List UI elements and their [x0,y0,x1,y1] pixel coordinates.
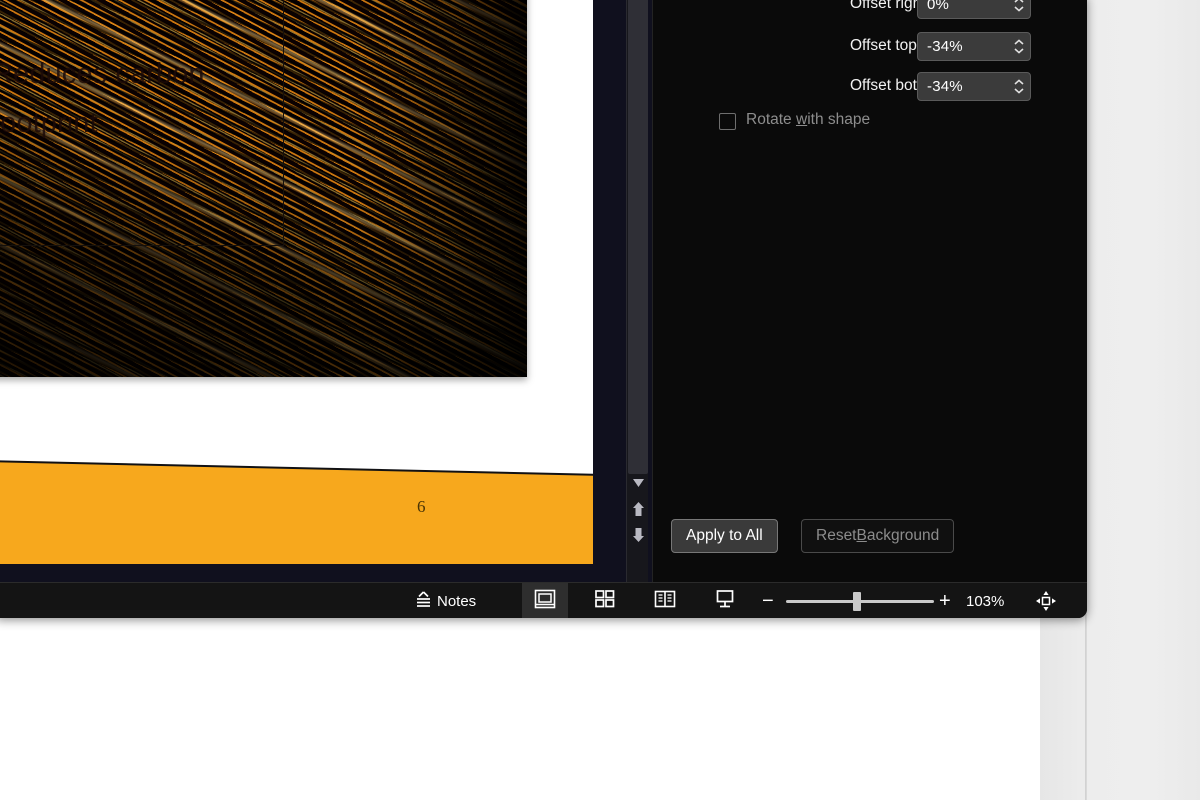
offset-right-stepper[interactable] [1008,0,1030,18]
offset-top-stepper[interactable] [1008,33,1030,60]
rotate-with-shape-checkbox[interactable] [719,113,736,130]
status-bar: Notes − + 103% [0,582,1087,618]
view-normal-button[interactable] [522,583,568,618]
view-reading-button[interactable] [642,583,688,618]
offset-top-spinner[interactable]: -34% [917,31,1031,61]
zoom-level-label[interactable]: 103% [966,583,1004,618]
slide-vertical-scrollbar[interactable] [626,0,648,582]
format-pane-footer: Apply to All Reset Background [653,519,1087,559]
chevron-down-icon [1014,47,1024,54]
chevron-up-icon [1014,38,1024,45]
rotate-with-shape-row[interactable]: Rotate with shape [653,108,1087,138]
format-background-pane: Offset right 0% Offset top -34% Offset b… [652,0,1087,582]
notes-icon [414,590,433,612]
chevron-up-icon [1014,78,1024,85]
offset-bottom-spinner[interactable]: -34% [917,71,1031,101]
rotate-label-part1: Rotate [746,111,796,128]
view-slide-sorter-button[interactable] [582,583,628,618]
scrollbar-thumb[interactable] [628,0,648,474]
zoom-slider[interactable] [786,592,934,611]
reset-label-part1: Reset [816,527,857,544]
slide-canvas[interactable]: Reduces carbon footprint 6 [0,0,593,564]
reset-label-accesskey: B [856,527,867,544]
fit-slide-icon[interactable] [1028,583,1064,618]
zoom-slider-thumb[interactable] [853,592,861,611]
zoom-in-button[interactable]: + [939,583,951,618]
offset-right-value[interactable]: 0% [918,0,1008,13]
slide-number: 6 [417,497,426,516]
notes-button[interactable]: Notes [414,583,476,618]
offset-bottom-row: Offset bottom -34% [653,66,1087,106]
double-chevron-up-icon[interactable] [627,496,649,522]
rotate-label-accesskey: w [795,111,808,128]
slide-editing-workspace[interactable]: Reduces carbon footprint 6 [0,0,656,582]
reading-view-icon [654,589,676,614]
slide-accent-band [0,462,593,564]
offset-right-spinner[interactable]: 0% [917,0,1031,19]
normal-view-icon [534,589,556,614]
apply-to-all-button[interactable]: Apply to All [671,519,778,553]
offset-right-row: Offset right 0% [653,0,1087,24]
chevron-up-icon [1014,0,1024,3]
slide-sorter-icon [594,589,616,614]
notes-label: Notes [437,592,477,610]
offset-top-row: Offset top -34% [653,26,1087,66]
rotate-with-shape-label: Rotate with shape [746,111,870,129]
slide-body-text[interactable]: Reduces carbon footprint [0,50,292,148]
zoom-out-button[interactable]: − [762,583,774,618]
slide-show-icon [714,589,736,614]
rotate-label-part2: ith shape [807,111,871,128]
double-chevron-down-icon[interactable] [627,522,649,548]
chevron-down-icon[interactable] [627,470,649,496]
offset-bottom-value[interactable]: -34% [918,78,1008,95]
offset-top-value[interactable]: -34% [918,38,1008,55]
chevron-down-icon [1014,5,1024,12]
offset-bottom-stepper[interactable] [1008,73,1030,100]
reset-background-button[interactable]: Reset Background [801,519,955,553]
reset-label-part2: ackground [866,527,940,544]
chevron-down-icon [1014,87,1024,94]
view-slide-show-button[interactable] [702,583,748,618]
powerpoint-window: Reduces carbon footprint 6 Offset right … [0,0,1087,618]
